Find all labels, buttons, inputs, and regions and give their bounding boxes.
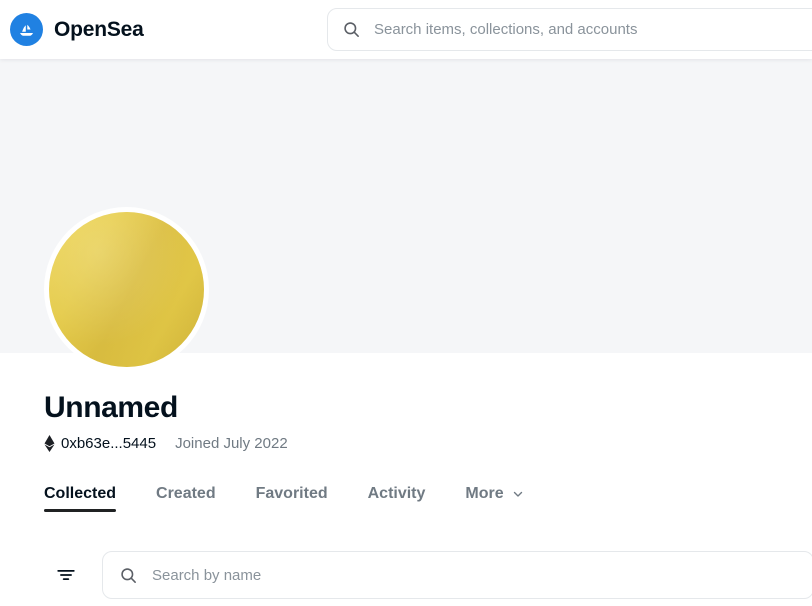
site-header: OpenSea (0, 0, 812, 59)
wallet-address-text: 0xb63e...5445 (61, 435, 157, 452)
tab-activity[interactable]: Activity (368, 485, 426, 520)
tab-created-label: Created (156, 485, 216, 502)
tab-favorited[interactable]: Favorited (256, 485, 328, 520)
ethereum-icon (44, 435, 55, 452)
profile-meta: 0xb63e...5445 Joined July 2022 (44, 435, 288, 452)
filter-toggle-button[interactable] (44, 553, 88, 597)
tab-collected[interactable]: Collected (44, 485, 117, 520)
search-icon (119, 566, 138, 585)
opensea-profile-page: OpenSea Unnamed (0, 0, 812, 606)
avatar[interactable] (44, 207, 209, 372)
search-input[interactable] (374, 21, 812, 38)
tab-created[interactable]: Created (156, 485, 216, 520)
tab-activity-label: Activity (367, 485, 426, 502)
name-search-box[interactable] (102, 551, 812, 599)
chevron-down-icon (511, 487, 525, 501)
tab-collected-label: Collected (44, 485, 117, 502)
global-search-box[interactable] (327, 8, 812, 51)
search-icon (342, 20, 361, 39)
joined-date: Joined July 2022 (175, 435, 288, 452)
tab-more-label: More (465, 485, 504, 502)
tab-more[interactable]: More (465, 485, 524, 520)
collection-filter-bar (44, 551, 812, 599)
tab-favorited-label: Favorited (255, 485, 328, 502)
brand-name: OpenSea (54, 17, 144, 41)
page-title: Unnamed (44, 391, 178, 424)
opensea-sailboat-icon (10, 13, 43, 46)
profile-content: Unnamed 0xb63e...5445 Joined July 2022 C… (0, 207, 812, 606)
brand-home-link[interactable]: OpenSea (10, 0, 144, 59)
name-search-input[interactable] (152, 566, 797, 584)
profile-tabs: Collected Created Favorited Activity Mor… (44, 485, 565, 520)
wallet-address[interactable]: 0xb63e...5445 (44, 435, 156, 452)
avatar-image (49, 212, 204, 367)
filter-icon (55, 564, 77, 586)
